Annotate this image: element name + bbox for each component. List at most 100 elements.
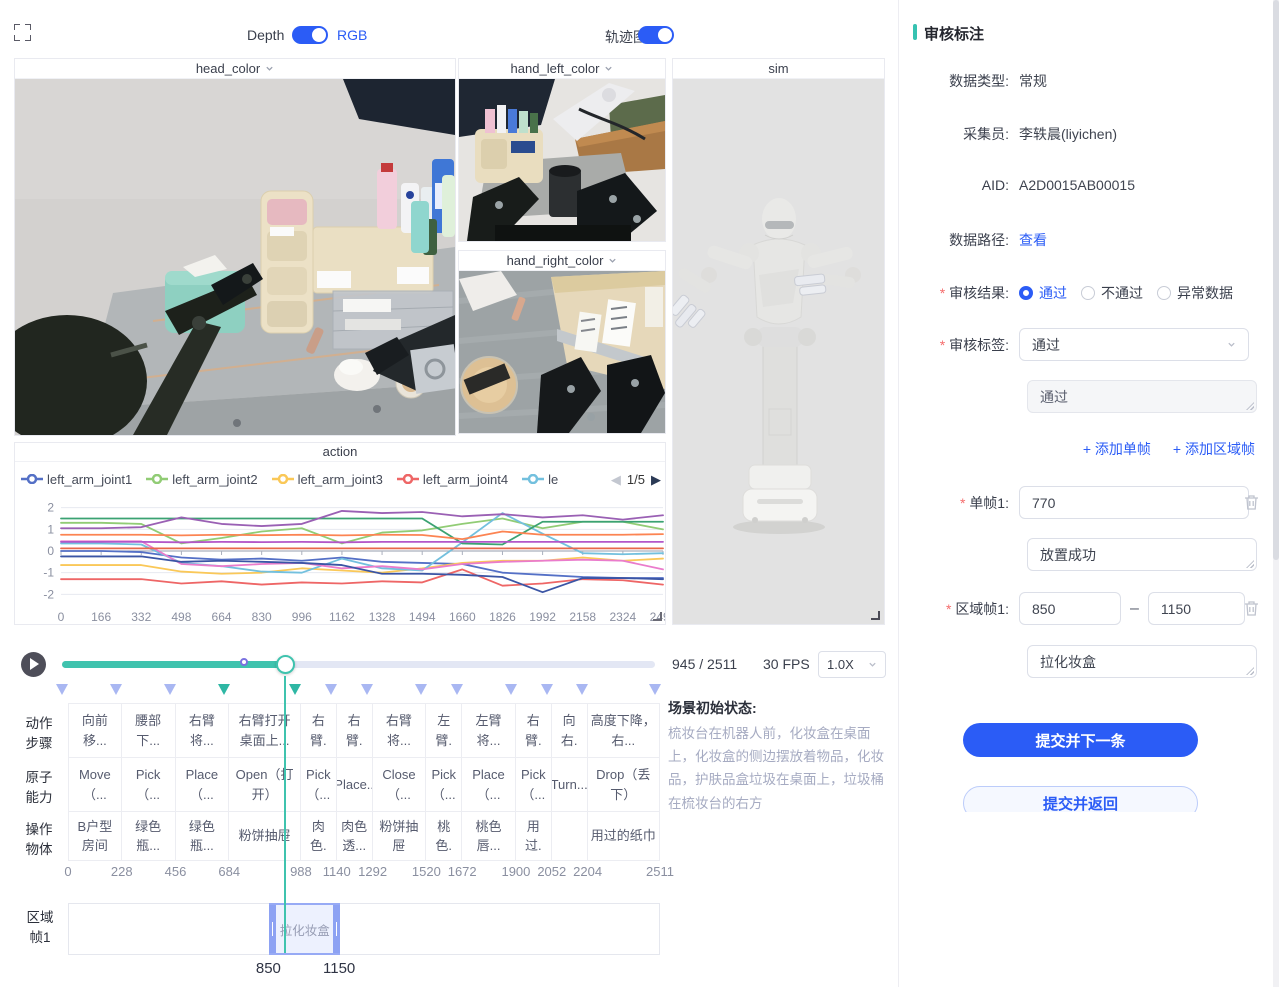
svg-text:2158: 2158 xyxy=(569,610,596,624)
table-cell[interactable]: 高度下降，右... xyxy=(588,703,660,757)
table-cell[interactable]: 左臂将... xyxy=(462,703,516,757)
delete-region-frame-icon[interactable] xyxy=(1244,600,1259,617)
region-frame-label: 区域帧1: xyxy=(907,599,1009,619)
table-cell[interactable]: 左臂. xyxy=(426,703,462,757)
table-cell[interactable]: 向右. xyxy=(552,703,588,757)
table-cell[interactable]: 肉色透... xyxy=(337,811,373,861)
chart-resize-handle[interactable] xyxy=(653,612,662,621)
action-line-chart[interactable]: 210-1-2016633249866483099611621328149416… xyxy=(15,491,665,624)
table-cell[interactable] xyxy=(552,811,588,861)
legend-item[interactable]: left_arm_joint4 xyxy=(397,472,508,487)
radio-option-abnormal[interactable]: 异常数据 xyxy=(1157,283,1233,303)
chevron-down-icon xyxy=(265,64,274,73)
speed-select[interactable]: 1.0X xyxy=(818,651,886,678)
play-button[interactable] xyxy=(21,652,46,677)
legend-item[interactable]: left_arm_joint2 xyxy=(146,472,257,487)
timeline-marker[interactable] xyxy=(110,684,122,695)
region-frame-track[interactable]: 拉化妆盒 xyxy=(68,903,660,955)
table-cell[interactable]: 用过的纸巾 xyxy=(588,811,660,861)
table-cell[interactable]: Move（... xyxy=(68,757,122,811)
timeline-marker[interactable] xyxy=(649,684,661,695)
single-frame-note-textarea[interactable]: 放置成功 xyxy=(1027,538,1257,571)
table-cell[interactable]: 腰部下... xyxy=(122,703,176,757)
legend-item[interactable]: left_arm_joint1 xyxy=(21,472,132,487)
hand-left-camera-header[interactable]: hand_left_color xyxy=(459,59,665,79)
sim-viewport[interactable] xyxy=(673,79,884,624)
table-cell[interactable]: 右臂打开桌面上... xyxy=(229,703,301,757)
table-cell[interactable]: 右臂. xyxy=(516,703,552,757)
table-cell[interactable]: 粉饼抽屉 xyxy=(373,811,427,861)
trajectory-toggle[interactable] xyxy=(638,26,674,44)
table-cell[interactable]: 用过. xyxy=(516,811,552,861)
frame-counter: 945 / 2511 xyxy=(672,656,737,672)
timeline-marker[interactable] xyxy=(415,684,427,695)
timeline-marker[interactable] xyxy=(218,684,230,695)
playback-slider[interactable] xyxy=(62,661,655,668)
table-cell[interactable]: 粉饼抽屉 xyxy=(229,811,301,861)
table-cell[interactable]: 桃色. xyxy=(426,811,462,861)
delete-single-frame-icon[interactable] xyxy=(1244,494,1259,511)
table-cell[interactable]: Open（打开） xyxy=(229,757,301,811)
timeline-marker[interactable] xyxy=(451,684,463,695)
table-row: 向前移...腰部下...右臂将...右臂打开桌面上...右臂.右臂.右臂将...… xyxy=(68,703,660,757)
table-cell[interactable]: 右臂将... xyxy=(176,703,230,757)
timeline-marker[interactable] xyxy=(325,684,337,695)
fullscreen-icon[interactable] xyxy=(14,24,31,41)
table-cell[interactable]: 向前移... xyxy=(68,703,122,757)
timeline-marker[interactable] xyxy=(505,684,517,695)
table-cell[interactable]: 右臂. xyxy=(337,703,373,757)
svg-text:1494: 1494 xyxy=(409,610,436,624)
region-right-handle[interactable] xyxy=(333,905,340,953)
table-cell[interactable]: 绿色瓶... xyxy=(176,811,230,861)
radio-option-fail[interactable]: 不通过 xyxy=(1081,283,1143,303)
current-frame-line xyxy=(284,676,286,953)
legend-item[interactable]: left_arm_joint3 xyxy=(272,472,383,487)
table-cell[interactable]: Pick（... xyxy=(516,757,552,811)
add-single-frame-link[interactable]: + 添加单帧 xyxy=(1083,439,1151,459)
table-cell[interactable]: 右臂将... xyxy=(373,703,427,757)
table-cell[interactable]: Pick（... xyxy=(301,757,337,811)
scrollbar-thumb[interactable] xyxy=(1273,0,1279,560)
table-cell[interactable]: Place.. xyxy=(337,757,373,811)
single-frame-input[interactable]: 770 xyxy=(1019,486,1249,519)
timeline-marker[interactable] xyxy=(541,684,553,695)
table-cell[interactable]: 右臂. xyxy=(301,703,337,757)
region-end-input[interactable]: 1150 xyxy=(1148,592,1245,625)
frame-axis: 0228456684988114012921520167219002052220… xyxy=(68,864,660,880)
head-camera-header[interactable]: head_color xyxy=(15,59,455,79)
table-cell[interactable]: Pick（... xyxy=(426,757,462,811)
region-left-handle[interactable] xyxy=(269,905,276,953)
radio-option-pass[interactable]: 通过 xyxy=(1019,283,1067,303)
timeline-marker[interactable] xyxy=(289,684,301,695)
depth-rgb-toggle[interactable] xyxy=(292,26,328,44)
table-cell[interactable]: Close（... xyxy=(373,757,427,811)
timeline-marker[interactable] xyxy=(56,684,68,695)
region-note-textarea[interactable]: 拉化妆盒 xyxy=(1027,645,1257,678)
timeline-marker[interactable] xyxy=(576,684,588,695)
submit-back-button[interactable]: 提交并返回 xyxy=(963,786,1198,812)
table-cell[interactable]: Place（... xyxy=(462,757,516,811)
timeline-marker[interactable] xyxy=(164,684,176,695)
legend-item[interactable]: le xyxy=(522,472,558,487)
timeline-marker[interactable] xyxy=(361,684,373,695)
table-cell[interactable]: Turn... xyxy=(552,757,588,811)
sim-resize-handle[interactable] xyxy=(871,611,880,620)
hand-right-camera-header[interactable]: hand_right_color xyxy=(459,251,665,271)
table-cell[interactable]: Pick（... xyxy=(122,757,176,811)
slider-handle[interactable] xyxy=(276,655,295,674)
region-selection[interactable]: 拉化妆盒 xyxy=(269,903,340,955)
table-cell[interactable]: 绿色瓶... xyxy=(122,811,176,861)
data-path-view-link[interactable]: 查看 xyxy=(1019,230,1047,250)
review-tag-select[interactable]: 通过 xyxy=(1019,328,1249,361)
legend-prev-icon[interactable]: ◀ xyxy=(611,473,621,486)
single-frame-dot[interactable] xyxy=(240,658,248,666)
table-cell[interactable]: Drop（丢下） xyxy=(588,757,660,811)
table-cell[interactable]: Place（... xyxy=(176,757,230,811)
legend-next-icon[interactable]: ▶ xyxy=(651,473,661,486)
table-cell[interactable]: 肉色. xyxy=(301,811,337,861)
add-region-frame-link[interactable]: + 添加区域帧 xyxy=(1173,439,1255,459)
table-cell[interactable]: 桃色唇... xyxy=(462,811,516,861)
table-cell[interactable]: B户型房间 xyxy=(68,811,122,861)
region-start-input[interactable]: 850 xyxy=(1019,592,1121,625)
submit-next-button[interactable]: 提交并下一条 xyxy=(963,723,1198,757)
